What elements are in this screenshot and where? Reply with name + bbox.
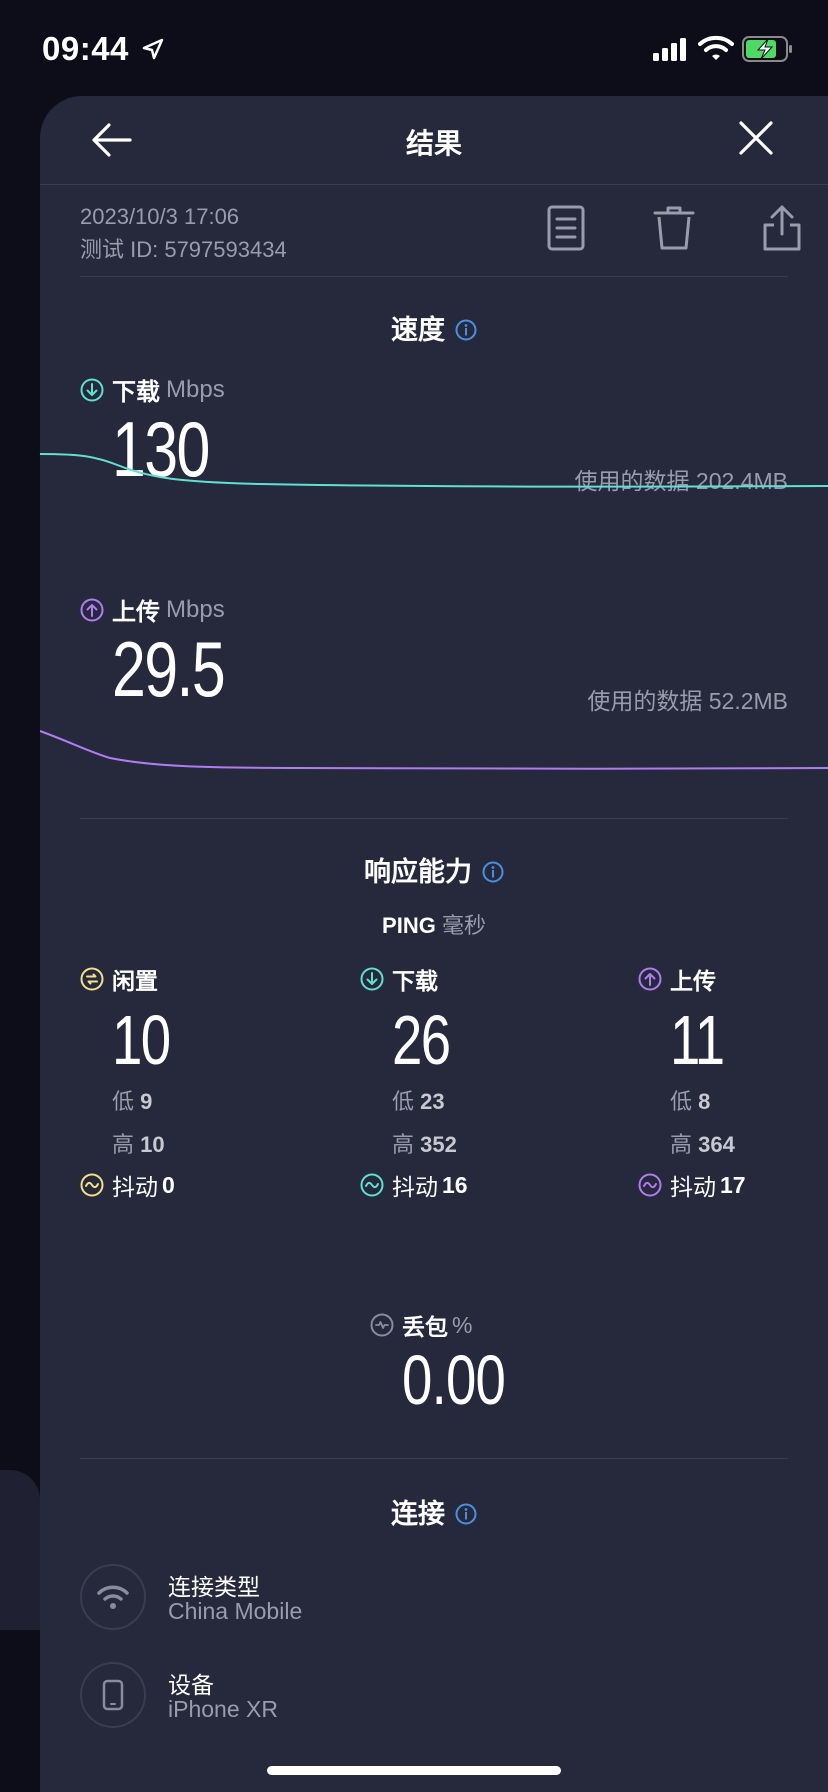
jitter-icon [638, 1173, 662, 1197]
upload-speed-graph [40, 730, 828, 770]
wifi-icon [80, 1564, 146, 1630]
divider [80, 818, 788, 819]
download-arrow-icon [360, 967, 384, 991]
wifi-glyph [97, 1585, 129, 1609]
test-id: 测试 ID: 5797593434 [80, 237, 287, 262]
upload-arrow-icon [80, 598, 104, 621]
ping-download-label: 下载 [360, 962, 580, 996]
cellular-signal-icon [653, 38, 686, 61]
upload-label: 上传 Mbps [80, 592, 225, 627]
location-arrow-icon [142, 38, 164, 60]
page-title: 结果 [405, 128, 462, 159]
ping-idle-value: 10 [112, 1001, 171, 1079]
download-label: 下载 Mbps [80, 372, 225, 407]
upload-speed-value: 29.5 [112, 625, 226, 713]
divider [80, 276, 788, 277]
ping-idle-jitter: 抖动 0 [80, 1168, 300, 1202]
ping-upload-value: 11 [670, 1001, 725, 1079]
ping-download-low: 低 23 [392, 1089, 445, 1114]
connection-type-row: 连接类型 China Mobile [80, 1564, 780, 1634]
responsiveness-section-title: 响应能力 [40, 850, 828, 889]
ping-idle-label: 闲置 [80, 962, 300, 996]
info-icon[interactable] [482, 861, 504, 883]
phone-icon [80, 1662, 146, 1728]
packet-loss-label: 丢包% [370, 1308, 472, 1342]
info-icon[interactable] [455, 1503, 477, 1525]
connection-section-title: 连接 [40, 1492, 828, 1531]
upload-arrow-icon [638, 967, 662, 991]
ping-upload-high: 高 364 [670, 1132, 735, 1157]
device-row: 设备 iPhone XR [80, 1662, 780, 1732]
ping-title: PING 毫秒 [382, 913, 486, 938]
share-icon[interactable] [760, 204, 804, 252]
trash-icon[interactable] [652, 204, 696, 252]
status-bar: 09:44 [0, 0, 828, 96]
jitter-icon [360, 1173, 384, 1197]
ping-upload-low: 低 8 [670, 1089, 711, 1114]
ping-download-value: 26 [392, 1001, 451, 1079]
ping-download-jitter: 抖动 16 [360, 1168, 580, 1202]
connection-type-value: China Mobile [168, 1598, 303, 1624]
jitter-icon [80, 1173, 104, 1197]
background-card [0, 1470, 40, 1630]
test-date: 2023/10/3 17:06 [80, 204, 240, 229]
divider [80, 1458, 788, 1459]
document-icon[interactable] [544, 204, 588, 252]
nav-bar: 结果 [40, 96, 828, 185]
packet-loss-icon [370, 1313, 394, 1337]
results-sheet: 结果 2023/10/3 17:06 测试 ID: 5797593434 速度 … [40, 96, 828, 1792]
packet-loss-value: 0.00 [402, 1341, 506, 1419]
device-label: 设备 [168, 1672, 214, 1698]
status-time: 09:44 [42, 30, 129, 67]
upload-data-used: 使用的数据 52.2MB [587, 688, 788, 714]
wifi-status-icon [698, 35, 734, 60]
ping-upload-column: 上传 11 低 8 高 364 抖动 17 [638, 962, 828, 1202]
ping-idle-high: 高 10 [112, 1132, 165, 1157]
info-icon[interactable] [455, 319, 477, 341]
speed-section-title: 速度 [40, 308, 828, 347]
ping-download-high: 高 352 [392, 1132, 457, 1157]
home-indicator[interactable] [267, 1766, 561, 1775]
ping-upload-label: 上传 [638, 962, 828, 996]
close-icon[interactable] [736, 118, 776, 158]
ping-upload-jitter: 抖动 17 [638, 1168, 828, 1202]
phone-glyph [102, 1679, 124, 1711]
ping-idle-column: 闲置 10 低 9 高 10 抖动 0 [80, 962, 300, 1202]
connection-type-label: 连接类型 [168, 1574, 260, 1600]
idle-icon [80, 967, 104, 991]
download-speed-graph [40, 453, 828, 488]
battery-charging-icon [742, 36, 792, 62]
ping-idle-low: 低 9 [112, 1089, 153, 1114]
ping-download-column: 下载 26 低 23 高 352 抖动 16 [360, 962, 580, 1202]
download-arrow-icon [80, 378, 104, 401]
device-value: iPhone XR [168, 1696, 278, 1722]
